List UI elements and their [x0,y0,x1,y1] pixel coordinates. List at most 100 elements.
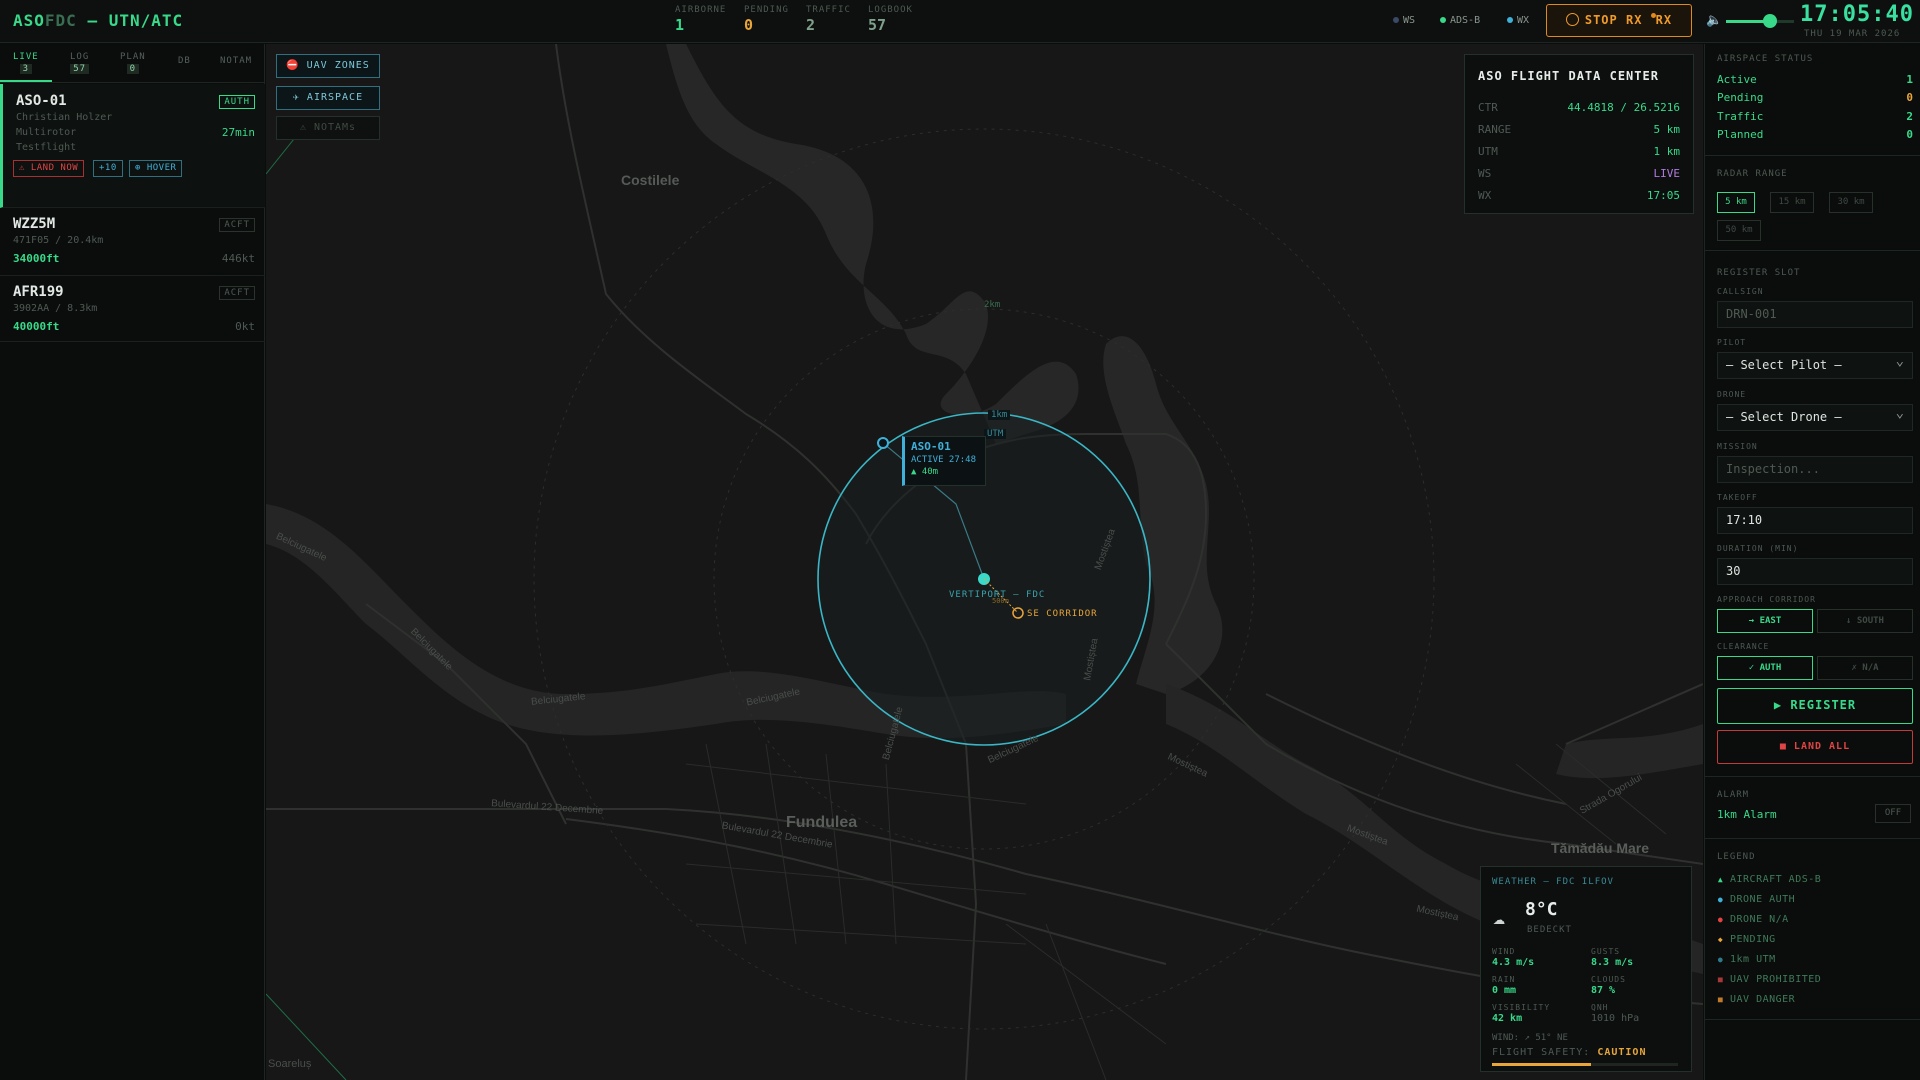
ring-label-1km: 1km [988,410,1011,420]
tab-notam[interactable]: NOTAM [220,56,252,66]
callsign-input[interactable]: DRN-001 [1717,301,1913,328]
section-divider [1705,838,1920,839]
stat-value: 57 [868,16,887,34]
register-slot-title: REGISTER SLOT [1717,268,1801,278]
clouds-value: 87 % [1591,985,1616,996]
place-label: Costilele [621,172,680,188]
corridor-south-option[interactable]: ↓ SOUTH [1817,609,1913,633]
takeoff-input[interactable]: 17:10 [1717,507,1913,534]
flight-mission: Testflight [16,142,77,153]
register-button[interactable]: ▶ REGISTER [1717,688,1913,724]
stat-label: LOGBOOK [868,5,913,15]
airspace-status-title: AIRSPACE STATUS [1717,54,1814,64]
tab-divider [0,82,265,83]
radar-range-5km[interactable]: 5 km [1717,192,1755,213]
flight-altitude: 34000ft [13,252,60,265]
stat-logbook: LOGBOOK 57 [868,5,913,34]
wind-label: WIND [1492,947,1516,956]
visibility-value: 42 km [1492,1013,1523,1024]
volume-knob[interactable] [1763,14,1778,28]
fdc-value: 44.4818 / 26.5216 [1567,101,1680,114]
fdc-row-ctr: CTR 44.4818 / 26.5216 [1478,101,1680,114]
fdc-row-ws: WS LIVE [1478,167,1680,180]
land-now-button[interactable]: ⚠ LAND NOW [13,160,85,177]
tab-plan[interactable]: PLAN 0 [120,52,146,74]
stat-traffic: TRAFFIC 2 [806,5,851,34]
river-north [666,44,1079,444]
tab-db[interactable]: DB [178,56,191,66]
legend-label: DRONE AUTH [1730,894,1796,905]
alarm-toggle[interactable]: OFF [1875,804,1911,823]
extend-10-button[interactable]: +10 [93,160,123,177]
indicator-wx: WX [1507,15,1529,26]
tab-label: PLAN [120,52,146,62]
top-bar: ASOFDC — UTN/ATC AIRBORNE 1 PENDING 0 TRAF… [0,0,1920,43]
alarm-label: 1km Alarm [1717,808,1777,821]
corridor-east-option[interactable]: → EAST [1717,609,1813,633]
clock-date: THU 19 MAR 2026 [1804,29,1901,39]
clearance-auth-option[interactable]: ✓ AUTH [1717,656,1813,680]
legend-label: UAV PROHIBITED [1730,974,1822,985]
legend-item: ● DRONE N/A [1717,914,1789,925]
ring-label-utm: UTM [984,429,1007,439]
land-all-button[interactable]: ■ LAND ALL [1717,730,1913,764]
airspace-button[interactable]: ✈ AIRSPACE [276,86,380,110]
flight-item-afr199[interactable]: AFR199 ACFT 3902AA / 8.3km 40000ft 0kt [0,276,265,342]
control-panel: AIRSPACE STATUS Active 1 Pending 0 Traffic… [1704,44,1920,1080]
radar-map[interactable]: ⛔ UAV ZONES ✈ AIRSPACE ⚠ NOTAMs Costilel… [266,44,1703,1080]
duration-input[interactable]: 30 [1717,558,1913,585]
flight-duration: 27min [221,126,255,139]
cloud-icon: ☁ [1493,905,1506,929]
tab-log[interactable]: LOG 57 [70,52,90,74]
radar-range-30km[interactable]: 30 km [1829,192,1873,213]
volume-slider[interactable] [1726,14,1794,28]
rain-value: 0 mm [1492,985,1517,996]
drone-na-icon: ● [1717,915,1724,924]
indicator-label: WX [1517,15,1530,26]
hover-button[interactable]: ⊕ HOVER [129,160,183,177]
drone-select[interactable]: — Select Drone — [1717,401,1913,431]
wind-direction: WIND: ↗ 51° NE [1492,1033,1568,1043]
pilot-select[interactable]: — Select Pilot — [1717,349,1913,379]
alarm-title: ALARM [1717,790,1750,800]
section-divider [1705,250,1920,251]
weather-panel: WEATHER — FDC ILFOV ☁ 8°C BEDECKT WIND 4… [1480,866,1692,1072]
legend-label: AIRCRAFT ADS-B [1730,874,1822,885]
fdc-row-range: RANGE 5 km [1478,123,1680,136]
tab-label: LIVE [13,52,39,62]
fdc-row-utm: UTM 1 km [1478,145,1680,158]
speaker-icon[interactable]: 🔈 [1706,13,1722,28]
radar-range-50km[interactable]: 50 km [1717,220,1761,241]
mission-input[interactable]: Inspection... [1717,456,1913,483]
radar-range-15km[interactable]: 15 km [1770,192,1814,213]
tab-live[interactable]: LIVE 3 [13,52,39,74]
drone-tooltip[interactable]: ASO-01 ACTIVE 27:48 ▲ 40m [902,436,986,486]
drone-altitude: ▲ 40m [911,467,939,477]
flight-list-panel: LIVE 3 LOG 57 PLAN 0 DB NOTAM ASO-01 AUTH C… [0,44,265,1080]
safety-value: CAUTION [1597,1047,1647,1058]
flight-item-aso-01[interactable]: ASO-01 AUTH Christian Holzer Multirotor … [0,84,265,208]
flight-item-wzz5m[interactable]: WZZ5M ACFT 471F05 / 20.4km 34000ft 446kt [0,208,265,276]
legend-label: DRONE N/A [1730,914,1789,925]
stop-rx-button[interactable]: STOP RX RX [1546,4,1692,37]
stat-label: PENDING [744,5,789,15]
wind-value: 4.3 m/s [1492,957,1535,968]
weather-condition: BEDECKT [1527,925,1572,935]
section-divider [1705,155,1920,156]
safety-bar-fill [1492,1063,1591,1066]
fdc-key: RANGE [1478,123,1512,136]
visibility-label: VISIBILITY [1492,1003,1551,1012]
flight-safety: FLIGHT SAFETY: CAUTION [1492,1047,1646,1058]
tab-count: 57 [70,64,90,74]
gusts-value: 8.3 m/s [1591,957,1634,968]
uav-zones-button[interactable]: ⛔ UAV ZONES [276,54,380,78]
notams-button[interactable]: ⚠ NOTAMs [276,116,380,140]
legend-label: UAV DANGER [1730,994,1796,1005]
uav-danger-icon: ■ [1717,995,1724,1004]
clearance-na-option[interactable]: ✗ N/A [1817,656,1913,680]
section-divider [1705,1019,1920,1020]
corridor-distance: 500m [992,597,1009,605]
drone-auth-icon: ● [1717,895,1724,904]
utm-icon: ● [1717,955,1724,964]
app-brand: ASOFDC — UTN/ATC [13,11,183,30]
